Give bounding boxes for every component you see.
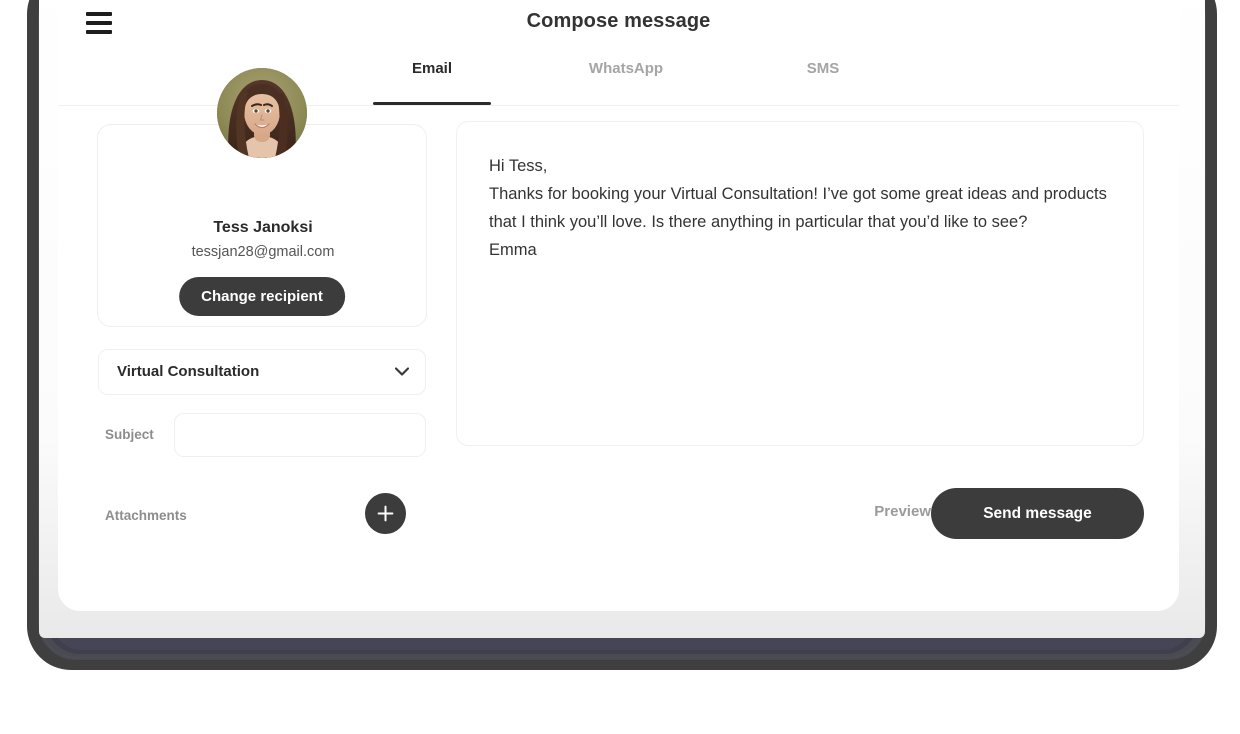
- service-select-value: Virtual Consultation: [117, 363, 260, 380]
- add-attachment-button[interactable]: [365, 493, 406, 534]
- app-card: Compose message Email WhatsApp SMS Tess …: [58, 0, 1179, 611]
- tab-email[interactable]: Email: [373, 60, 491, 105]
- preview-button[interactable]: Preview: [874, 503, 931, 520]
- tab-sms-label: SMS: [806, 60, 840, 77]
- tab-email-label: Email: [411, 60, 453, 77]
- attachments-row: Attachments: [98, 476, 426, 534]
- screenshot-root: Compose message Email WhatsApp SMS Tess …: [0, 0, 1240, 734]
- tab-whatsapp[interactable]: WhatsApp: [566, 60, 686, 105]
- recipient-name: Tess Janoksi: [213, 219, 313, 236]
- avatar-photo: [217, 68, 307, 158]
- chevron-down-icon: [395, 367, 409, 376]
- subject-input[interactable]: [174, 413, 426, 457]
- page-title: Compose message: [526, 10, 711, 32]
- subject-row: Subject: [98, 413, 426, 458]
- avatar: [217, 68, 307, 158]
- tab-sms[interactable]: SMS: [768, 60, 878, 105]
- send-message-button[interactable]: Send message: [931, 488, 1144, 539]
- message-body-input[interactable]: [489, 152, 1111, 415]
- change-recipient-button[interactable]: Change recipient: [179, 277, 345, 316]
- compose-footer: Preview Send message: [456, 488, 1144, 542]
- attachments-label: Attachments: [105, 508, 187, 523]
- recipient-card: Tess Janoksi tessjan28@gmail.com Change …: [97, 68, 427, 327]
- tab-whatsapp-label: WhatsApp: [588, 60, 664, 77]
- subject-label: Subject: [105, 427, 154, 442]
- recipient-email: tessjan28@gmail.com: [191, 244, 335, 260]
- app-header: Compose message: [58, 0, 1179, 53]
- service-select[interactable]: Virtual Consultation: [98, 349, 426, 395]
- message-body-box[interactable]: [456, 121, 1144, 446]
- plus-icon: [377, 505, 394, 522]
